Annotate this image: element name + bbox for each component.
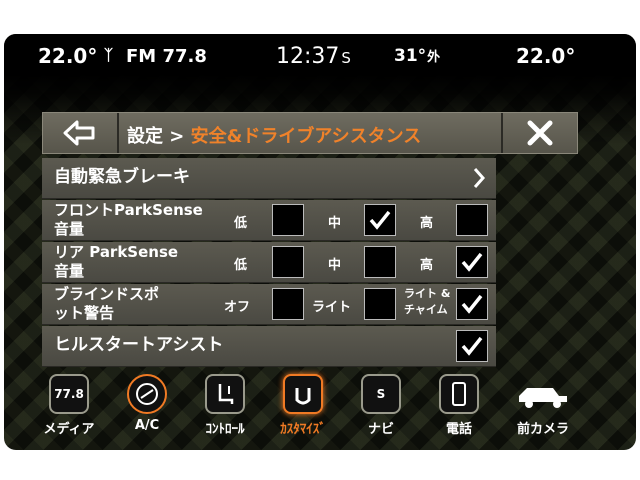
- front-mid-checkbox[interactable]: [364, 204, 396, 236]
- page-title: 安全&ドライブアシスタンス: [190, 126, 422, 147]
- nav-phone[interactable]: 電話: [422, 374, 496, 444]
- navigation-icon: S: [361, 374, 401, 414]
- front-high-checkbox[interactable]: [456, 204, 488, 236]
- radio-station: FM 77.8: [126, 46, 207, 67]
- check-icon: [461, 252, 483, 272]
- climate-icon: [127, 374, 167, 414]
- aeb-row[interactable]: 自動緊急ブレーキ: [42, 158, 496, 199]
- bottom-nav: 77.8 メディア A/C ｺﾝﾄﾛｰﾙ ｶｽﾀﾏｲｽﾞ S ナビ 電話 前カメ…: [4, 354, 636, 450]
- customize-icon: [283, 374, 323, 414]
- infotainment-screen: 22.0° ᛉ FM 77.8 12:37 S 31°外 22.0° 設定 > 安…: [4, 34, 636, 450]
- breadcrumb: 設定 > 安全&ドライブアシスタンス: [127, 122, 421, 148]
- blind-spot-row: ブラインドスポ ット警告 オフ ライト ライト & チャイム: [42, 284, 496, 325]
- rear-parksense-label: リア ParkSense 音量: [54, 243, 179, 280]
- nav-label: A/C: [134, 418, 160, 433]
- blind-off-checkbox[interactable]: [272, 288, 304, 320]
- driver-temp[interactable]: 22.0°: [38, 44, 97, 68]
- rear-low-checkbox[interactable]: [272, 246, 304, 278]
- clock: 12:37 S: [276, 44, 351, 69]
- seat-control-icon: [205, 374, 245, 414]
- front-low-checkbox[interactable]: [272, 204, 304, 236]
- nav-ac[interactable]: A/C: [110, 374, 184, 444]
- passenger-temp[interactable]: 22.0°: [516, 44, 575, 68]
- nav-label: 電話: [445, 422, 472, 437]
- nav-navi[interactable]: S ナビ: [344, 374, 418, 444]
- rear-mid-label: 中: [328, 258, 342, 273]
- front-camera-icon: [513, 374, 573, 414]
- nav-customize[interactable]: ｶｽﾀﾏｲｽﾞ: [266, 374, 340, 444]
- front-parksense-row: フロントParkSense 音量 低 中 高: [42, 200, 496, 241]
- media-icon: 77.8: [49, 374, 89, 414]
- blind-chime-checkbox[interactable]: [456, 288, 488, 320]
- antenna-icon: ᛉ: [104, 46, 114, 64]
- rear-parksense-row: リア ParkSense 音量 低 中 高: [42, 242, 496, 283]
- check-icon: [461, 294, 483, 314]
- front-mid-label: 中: [328, 216, 342, 231]
- nav-controls[interactable]: ｺﾝﾄﾛｰﾙ: [188, 374, 262, 444]
- nav-label: 前カメラ: [516, 422, 569, 437]
- phone-icon: [439, 374, 479, 414]
- nav-label: ｺﾝﾄﾛｰﾙ: [205, 422, 245, 437]
- rear-low-label: 低: [234, 258, 248, 273]
- hill-start-label: ヒルスタートアシスト: [54, 335, 224, 355]
- nav-label: ナビ: [367, 422, 394, 437]
- front-parksense-label: フロントParkSense 音量: [54, 201, 203, 238]
- rear-high-label: 高: [420, 258, 434, 273]
- blind-spot-label: ブラインドスポ ット警告: [54, 285, 160, 322]
- outside-temp: 31°外: [394, 46, 441, 66]
- rear-high-checkbox[interactable]: [456, 246, 488, 278]
- front-low-label: 低: [234, 216, 248, 231]
- breadcrumb-root[interactable]: 設定: [127, 126, 163, 147]
- nav-front-camera[interactable]: 前カメラ: [500, 374, 586, 444]
- blind-chime-label: ライト & チャイム: [404, 287, 451, 316]
- rear-mid-checkbox[interactable]: [364, 246, 396, 278]
- title-bar: 設定 > 安全&ドライブアシスタンス: [42, 112, 578, 154]
- breadcrumb-separator: >: [169, 126, 185, 147]
- settings-list: 自動緊急ブレーキ フロントParkSense 音量 低 中 高 リア ParkSe…: [42, 158, 496, 368]
- back-arrow-icon: [63, 120, 95, 146]
- front-high-label: 高: [420, 216, 434, 231]
- chevron-right-icon: [473, 168, 486, 188]
- blind-light-label: ライト: [312, 300, 352, 315]
- close-button[interactable]: [501, 113, 577, 153]
- close-icon: [527, 120, 553, 146]
- blind-off-label: オフ: [224, 300, 251, 315]
- nav-label: ｶｽﾀﾏｲｽﾞ: [280, 422, 326, 437]
- check-icon: [369, 210, 391, 230]
- nav-label: メディア: [43, 422, 95, 437]
- blind-light-checkbox[interactable]: [364, 288, 396, 320]
- nav-media[interactable]: 77.8 メディア: [32, 374, 106, 444]
- back-button[interactable]: [43, 113, 119, 153]
- aeb-label: 自動緊急ブレーキ: [54, 167, 190, 187]
- status-bar: 22.0° ᛉ FM 77.8 12:37 S 31°外 22.0°: [4, 38, 636, 76]
